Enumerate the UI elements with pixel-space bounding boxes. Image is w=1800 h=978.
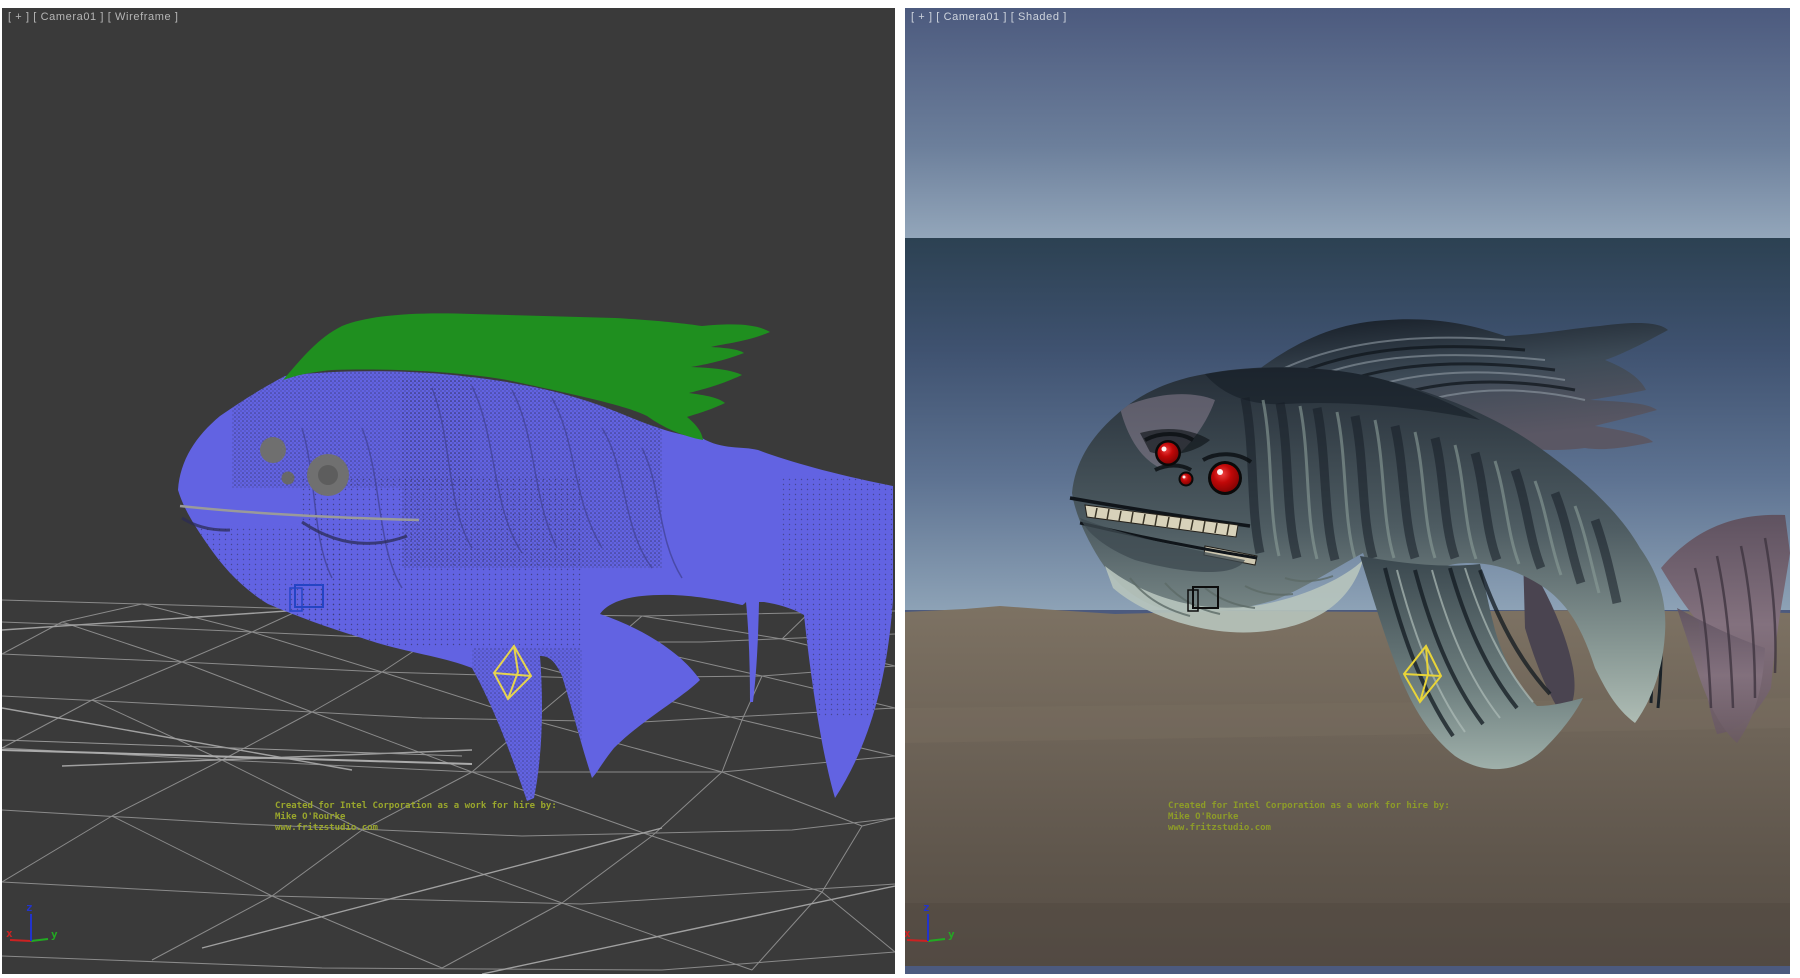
eye-highlight-3 <box>1183 476 1186 479</box>
viewport-split-screen: { "credit": { "line1": "Created for Inte… <box>0 0 1800 978</box>
viewport-label-right[interactable]: [ + ] [ Camera01 ] [ Shaded ] <box>911 11 1067 23</box>
axis-x-label: x <box>905 927 911 940</box>
axis-x-label: x <box>6 927 13 940</box>
credit-line-2: Mike O'Rourke <box>275 812 615 823</box>
credit-line-1: Created for Intel Corporation as a work … <box>275 801 615 812</box>
viewport-label-left[interactable]: [ + ] [ Camera01 ] [ Wireframe ] <box>8 11 179 23</box>
credit-line-3: www.fritzstudio.com <box>1168 823 1508 834</box>
ground-shade-band <box>905 903 1790 966</box>
credit-text: Created for Intel Corporation as a work … <box>1168 801 1508 834</box>
viewport-right-shaded[interactable]: [ + ] [ Camera01 ] [ Shaded ] <box>905 8 1790 974</box>
sky-gradient <box>905 8 1790 238</box>
axis-z-label: z <box>923 901 930 914</box>
fish-eye-small <box>282 472 295 485</box>
credit-line-3: www.fritzstudio.com <box>275 823 615 834</box>
axis-z-label: z <box>26 901 33 914</box>
eye-highlight-2 <box>1217 469 1223 475</box>
fish-eye-left <box>260 437 286 463</box>
fish-model-wireframe[interactable] <box>2 313 895 801</box>
credit-line-1: Created for Intel Corporation as a work … <box>1168 801 1508 812</box>
viewport-left-wireframe[interactable]: [ + ] [ Camera01 ] [ Wireframe ] <box>2 8 895 974</box>
axis-y-label: y <box>948 928 955 941</box>
eye-highlight-1 <box>1162 447 1167 452</box>
axis-y-label: y <box>51 928 58 941</box>
fish-eye-pupil <box>318 465 338 485</box>
fish-eye-red-1 <box>1158 443 1179 464</box>
axis-tripod: x y z <box>6 901 58 941</box>
fish-eye-red-2 <box>1211 464 1239 492</box>
fish-eye-red-3 <box>1181 474 1192 485</box>
credit-text: Created for Intel Corporation as a work … <box>275 801 615 834</box>
credit-line-2: Mike O'Rourke <box>1168 812 1508 823</box>
